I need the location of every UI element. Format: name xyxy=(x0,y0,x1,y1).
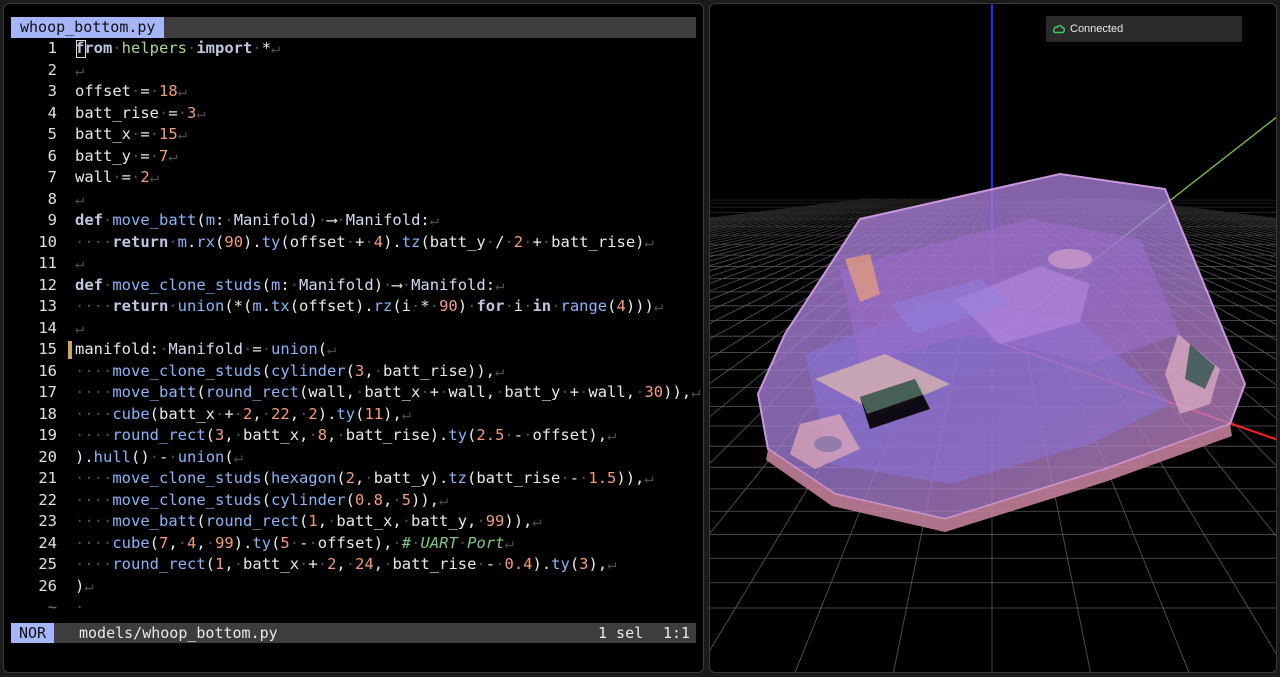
code-line[interactable]: 13 ····return·union(*(m.tx(offset).rz(i·*… xyxy=(4,296,703,318)
tab-whoop-bottom[interactable]: whoop_bottom.py xyxy=(11,17,165,38)
code-line[interactable]: 24 ····cube(7,·4,·99).ty(5·-·offset),·#·U… xyxy=(4,533,703,555)
3d-viewer[interactable]: Connected xyxy=(709,3,1277,673)
code-text[interactable]: ↵ xyxy=(75,189,84,211)
code-line[interactable]: 6 batt_y·=·7↵ xyxy=(4,146,703,168)
code-text[interactable]: batt_y·=·7↵ xyxy=(75,146,178,168)
code-line[interactable]: 9 def·move_batt(m:·Manifold)·⟶·Manifold:↵ xyxy=(4,210,703,232)
line-number: 26 xyxy=(38,576,57,595)
code-text[interactable]: ····move_batt(round_rect(1,·batt_x,·batt… xyxy=(75,511,542,533)
code-line[interactable]: ~ · xyxy=(4,597,703,619)
diff-marker xyxy=(68,341,72,359)
cloud-icon xyxy=(1052,24,1066,34)
code-text[interactable]: ····round_rect(3,·batt_x,·8,·batt_rise).… xyxy=(75,425,616,447)
connection-status-label: Connected xyxy=(1070,23,1124,35)
code-text[interactable]: def·move_clone_studs(m:·Manifold)·⟶·Mani… xyxy=(75,275,504,297)
code-text[interactable]: · xyxy=(75,597,84,619)
line-number: 22 xyxy=(38,490,57,509)
code-text[interactable]: ↵ xyxy=(75,60,84,82)
code-line[interactable]: 10 ····return·m.rx(90).ty(offset·+·4).tz(… xyxy=(4,232,703,254)
code-text[interactable]: ····return·union(*(m.tx(offset).rz(i·*·9… xyxy=(75,296,663,318)
line-number: 21 xyxy=(38,469,57,487)
code-text[interactable]: ····round_rect(1,·batt_x·+·2,·24,·batt_r… xyxy=(75,554,617,576)
code-text[interactable]: ↵ xyxy=(75,253,84,275)
code-line[interactable]: 15 manifold:·Manifold·=·union(↵ xyxy=(4,339,703,361)
line-number: 1 xyxy=(47,39,57,57)
line-number: 13 xyxy=(38,297,57,315)
line-number: 11 xyxy=(38,254,57,272)
code-line[interactable]: 25 ····round_rect(1,·batt_x·+·2,·24,·batt… xyxy=(4,554,703,576)
line-number: 17 xyxy=(38,383,57,401)
code-text[interactable]: ····move_clone_studs(cylinder(3,·batt_ri… xyxy=(75,361,504,383)
line-number: 20 xyxy=(38,447,57,466)
selection-count: 1 sel xyxy=(598,624,644,642)
editor-pane[interactable]: whoop_bottom.py 1 from·helpers·import·*↵ 2… xyxy=(3,3,704,673)
line-number: 5 xyxy=(47,125,57,143)
line-number: 3 xyxy=(47,82,57,100)
code-text[interactable]: from·helpers·import·*↵ xyxy=(75,38,280,60)
line-number: 6 xyxy=(47,146,57,165)
code-text[interactable]: ····move_clone_studs(cylinder(0.8,·5)),↵ xyxy=(75,490,448,512)
code-line[interactable]: 5 batt_x·=·15↵ xyxy=(4,124,703,146)
line-number: 4 xyxy=(47,103,57,122)
code-line[interactable]: 1 from·helpers·import·*↵ xyxy=(4,38,703,60)
line-number: ~ xyxy=(47,598,57,616)
code-line[interactable]: 20 ).hull()·-·union(↵ xyxy=(4,447,703,469)
line-number: 25 xyxy=(38,555,57,573)
code-text[interactable]: wall·=·2↵ xyxy=(75,167,159,189)
code-line[interactable]: 3 offset·=·18↵ xyxy=(4,81,703,103)
code-area[interactable]: 1 from·helpers·import·*↵ 2 ↵ 3 offset·=·18↵ 4 b… xyxy=(4,38,703,619)
line-number: 15 xyxy=(38,340,57,358)
line-number: 12 xyxy=(38,275,57,294)
text-cursor xyxy=(76,40,86,58)
line-number: 18 xyxy=(38,404,57,423)
code-text[interactable]: batt_x·=·15↵ xyxy=(75,124,187,146)
connection-status: Connected xyxy=(1046,16,1242,42)
code-line[interactable]: 16 ····move_clone_studs(cylinder(3,·batt_… xyxy=(4,361,703,383)
code-line[interactable]: 23 ····move_batt(round_rect(1,·batt_x,·ba… xyxy=(4,511,703,533)
code-line[interactable]: 26 )↵ xyxy=(4,576,703,598)
code-line[interactable]: 19 ····round_rect(3,·batt_x,·8,·batt_rise… xyxy=(4,425,703,447)
code-line[interactable]: 8 ↵ xyxy=(4,189,703,211)
code-line[interactable]: 4 batt_rise·=·3↵ xyxy=(4,103,703,125)
code-text[interactable]: )↵ xyxy=(75,576,94,598)
code-text[interactable]: ····return·m.rx(90).ty(offset·+·4).tz(ba… xyxy=(75,232,654,254)
line-number: 8 xyxy=(47,189,57,208)
code-text[interactable]: ····move_clone_studs(hexagon(2,·batt_y).… xyxy=(75,468,654,490)
code-line[interactable]: 11 ↵ xyxy=(4,253,703,275)
code-text[interactable]: ····cube(batt_x·+·2,·22,·2).ty(11),↵ xyxy=(75,404,411,426)
code-line[interactable]: 18 ····cube(batt_x·+·2,·22,·2).ty(11),↵ xyxy=(4,404,703,426)
code-line[interactable]: 22 ····move_clone_studs(cylinder(0.8,·5))… xyxy=(4,490,703,512)
code-line[interactable]: 7 wall·=·2↵ xyxy=(4,167,703,189)
code-line[interactable]: 21 ····move_clone_studs(hexagon(2,·batt_y… xyxy=(4,468,703,490)
code-line[interactable]: 12 def·move_clone_studs(m:·Manifold)·⟶·Ma… xyxy=(4,275,703,297)
mode-indicator: NOR xyxy=(11,623,55,643)
file-path: models/whoop_bottom.py xyxy=(79,624,278,642)
code-text[interactable]: ····cube(7,·4,·99).ty(5·-·offset),·#·UAR… xyxy=(75,533,514,555)
line-number: 23 xyxy=(38,512,57,530)
status-bar: NOR models/whoop_bottom.py 1 sel 1:1 xyxy=(11,623,696,643)
line-number: 9 xyxy=(47,211,57,229)
code-text[interactable]: ).hull()·-·union(↵ xyxy=(75,447,243,469)
line-number: 14 xyxy=(38,318,57,337)
line-number: 19 xyxy=(38,426,57,444)
code-text[interactable]: manifold:·Manifold·=·union(↵ xyxy=(75,339,336,361)
cursor-position: 1:1 xyxy=(663,624,691,642)
code-text[interactable]: def·move_batt(m:·Manifold)·⟶·Manifold:↵ xyxy=(75,210,439,232)
line-number: 2 xyxy=(47,60,57,79)
code-text[interactable]: batt_rise·=·3↵ xyxy=(75,103,206,125)
code-line[interactable]: 14 ↵ xyxy=(4,318,703,340)
code-text[interactable]: ↵ xyxy=(75,318,84,340)
line-number: 16 xyxy=(38,361,57,380)
code-text[interactable]: ····move_batt(round_rect(wall,·batt_x·+·… xyxy=(75,382,700,404)
code-text[interactable]: offset·=·18↵ xyxy=(75,81,187,103)
tab-bar: whoop_bottom.py xyxy=(11,17,696,38)
viewport-canvas[interactable] xyxy=(710,4,1277,673)
line-number: 10 xyxy=(38,232,57,251)
line-number: 7 xyxy=(47,168,57,186)
line-number: 24 xyxy=(38,533,57,552)
code-line[interactable]: 17 ····move_batt(round_rect(wall,·batt_x·… xyxy=(4,382,703,404)
code-line[interactable]: 2 ↵ xyxy=(4,60,703,82)
